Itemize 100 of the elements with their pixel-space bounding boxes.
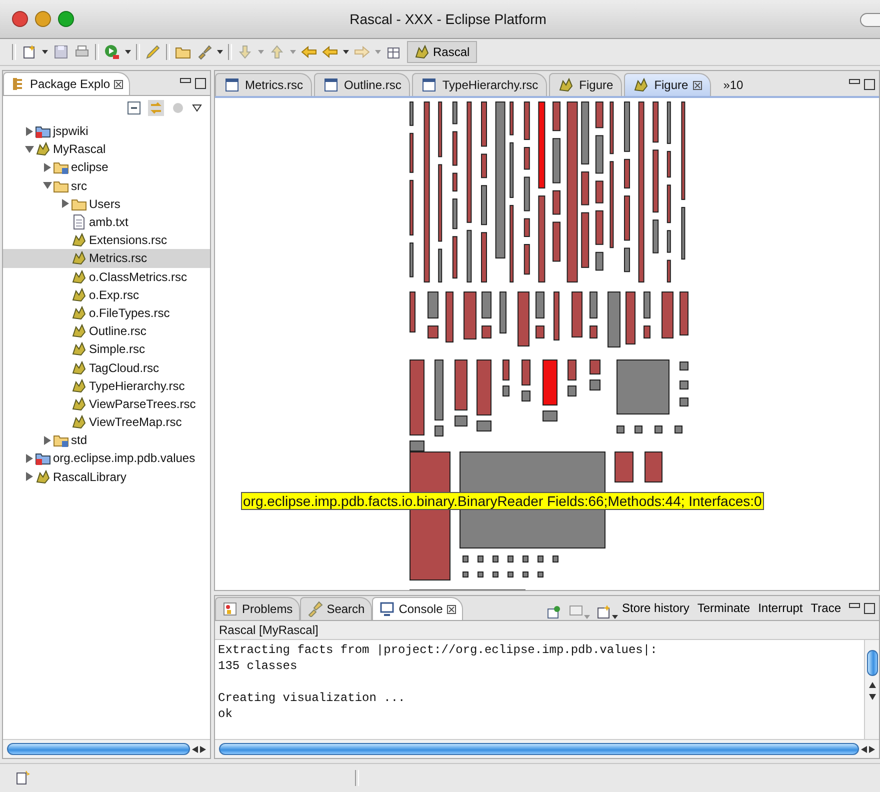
caret-icon[interactable] xyxy=(125,49,131,55)
tree-item[interactable]: Simple.rsc xyxy=(3,340,210,358)
console-action-button[interactable]: Terminate xyxy=(693,601,754,620)
console-action-button[interactable]: Store history xyxy=(618,601,694,620)
tree-item[interactable]: Users xyxy=(3,194,210,213)
minimize-view-button[interactable] xyxy=(849,79,860,84)
problems-icon xyxy=(222,601,238,617)
editor-tab[interactable]: Figure xyxy=(624,73,712,96)
expanded-arrow-icon[interactable] xyxy=(42,181,52,190)
caret-icon[interactable] xyxy=(42,49,48,55)
creature-icon xyxy=(35,141,51,158)
creature-icon xyxy=(35,468,51,485)
creature-icon xyxy=(71,414,87,430)
editor-tab[interactable]: Outline.rsc xyxy=(314,73,410,96)
close-icon[interactable] xyxy=(114,80,124,88)
console-action-button[interactable]: Trace xyxy=(806,601,845,620)
close-icon[interactable] xyxy=(693,80,702,90)
tree-item[interactable]: ViewTreeMap.rsc xyxy=(3,413,210,432)
tree-item[interactable]: std xyxy=(3,431,210,450)
up-arrow-icon[interactable] xyxy=(868,682,876,688)
right-arrow-icon[interactable] xyxy=(869,746,875,752)
brush-icon[interactable] xyxy=(196,44,212,60)
tree-item[interactable]: eclipse xyxy=(3,158,210,177)
tree-item[interactable]: o.Exp.rsc xyxy=(3,286,210,304)
minimize-view-button[interactable] xyxy=(180,78,191,83)
pencil-icon[interactable] xyxy=(145,44,161,60)
left-arrow-icon[interactable] xyxy=(861,746,867,752)
tree-item[interactable]: src xyxy=(3,176,210,195)
collapsed-arrow-icon[interactable] xyxy=(24,126,34,136)
tree-item[interactable]: o.FileTypes.rsc xyxy=(3,304,210,322)
editor-tab[interactable]: Figure xyxy=(549,73,622,96)
creature-icon xyxy=(71,304,87,321)
view-tab[interactable]: Console xyxy=(372,597,463,620)
scrollbar[interactable] xyxy=(3,739,210,758)
view-tab[interactable]: Search xyxy=(300,597,372,620)
maximize-view-button[interactable] xyxy=(864,603,875,614)
caret-icon[interactable] xyxy=(343,49,349,55)
file-icon xyxy=(421,77,438,93)
maximize-view-button[interactable] xyxy=(195,78,206,89)
file-icon xyxy=(323,77,339,93)
tree-item[interactable]: MyRascal xyxy=(3,140,210,158)
maximize-view-button[interactable] xyxy=(864,79,875,90)
console-line: 135 classes xyxy=(218,658,298,674)
fast-view-icon[interactable] xyxy=(14,770,30,786)
down-arrow-icon[interactable] xyxy=(868,694,876,700)
monitor-icon xyxy=(378,601,395,617)
scrollbar[interactable] xyxy=(864,640,879,739)
scrollbar-thumb[interactable] xyxy=(7,743,190,755)
console-line: Creating visualization ... xyxy=(218,690,406,706)
collapse-all-icon[interactable] xyxy=(126,100,142,116)
tree-item[interactable]: o.ClassMetrics.rsc xyxy=(3,268,210,286)
creature-icon xyxy=(71,378,87,394)
view-menu-icon[interactable] xyxy=(192,104,202,112)
caret-icon[interactable] xyxy=(217,49,223,55)
collapsed-arrow-icon[interactable] xyxy=(60,199,70,208)
scrollbar-thumb[interactable] xyxy=(866,650,878,676)
console-title: Rascal [MyRascal] xyxy=(215,621,879,640)
right-arrow-icon[interactable] xyxy=(200,746,206,752)
tree-item[interactable]: Extensions.rsc xyxy=(3,231,210,250)
tree-item[interactable]: RascalLibrary xyxy=(3,468,210,486)
view-tab[interactable]: Package Explo xyxy=(3,72,130,95)
editor-tab[interactable]: TypeHierarchy.rsc xyxy=(412,73,548,96)
console-line: Extracting facts from |project://org.eclipse.imp.pdb.values|: xyxy=(218,642,658,658)
expanded-arrow-icon[interactable] xyxy=(24,144,34,154)
run-icon[interactable] xyxy=(104,44,120,60)
collapsed-arrow-icon[interactable] xyxy=(42,162,52,172)
creature-icon xyxy=(71,341,87,358)
editor-tab[interactable]: Metrics.rsc xyxy=(215,73,312,96)
creature-icon xyxy=(414,44,430,60)
save-icon[interactable] xyxy=(53,44,69,60)
tree-item[interactable]: Metrics.rsc xyxy=(3,249,210,268)
tree-item[interactable]: Outline.rsc xyxy=(3,322,210,340)
tree-item[interactable]: TypeHierarchy.rsc xyxy=(3,376,210,395)
left-arrow-icon[interactable] xyxy=(192,746,198,752)
view-tab[interactable]: Problems xyxy=(215,597,300,620)
creature-icon xyxy=(71,323,87,340)
tab-overflow-button[interactable]: »10 xyxy=(713,78,752,96)
close-icon[interactable] xyxy=(446,604,456,614)
back-arrow-icon[interactable] xyxy=(322,44,338,60)
tree-item[interactable]: jspwiki xyxy=(3,122,210,140)
creature-icon xyxy=(633,77,650,93)
new-icon[interactable] xyxy=(21,44,37,60)
console-action-button[interactable]: Interrupt xyxy=(754,601,807,620)
tree-item[interactable]: amb.txt xyxy=(3,212,210,232)
tree-item[interactable]: TagCloud.rsc xyxy=(3,358,210,377)
console-line: ok xyxy=(218,706,234,722)
pin-icon[interactable] xyxy=(546,604,562,620)
zoom-button[interactable] xyxy=(58,11,74,27)
scrollbar[interactable] xyxy=(215,739,879,758)
scrollbar-thumb[interactable] xyxy=(219,743,859,755)
creature-icon xyxy=(558,77,574,93)
minimize-view-button[interactable] xyxy=(849,603,860,608)
tree-item[interactable]: ViewParseTrees.rsc xyxy=(3,394,210,413)
close-button[interactable] xyxy=(12,11,28,27)
creature-icon xyxy=(71,286,87,303)
window-title: Rascal - XXX - Eclipse Platform xyxy=(350,11,546,27)
tree-item[interactable]: org.eclipse.imp.pdb.values xyxy=(3,449,210,468)
perspective-button[interactable]: Rascal xyxy=(407,41,477,63)
new-console-icon[interactable] xyxy=(596,604,612,620)
minimize-button[interactable] xyxy=(35,11,51,27)
